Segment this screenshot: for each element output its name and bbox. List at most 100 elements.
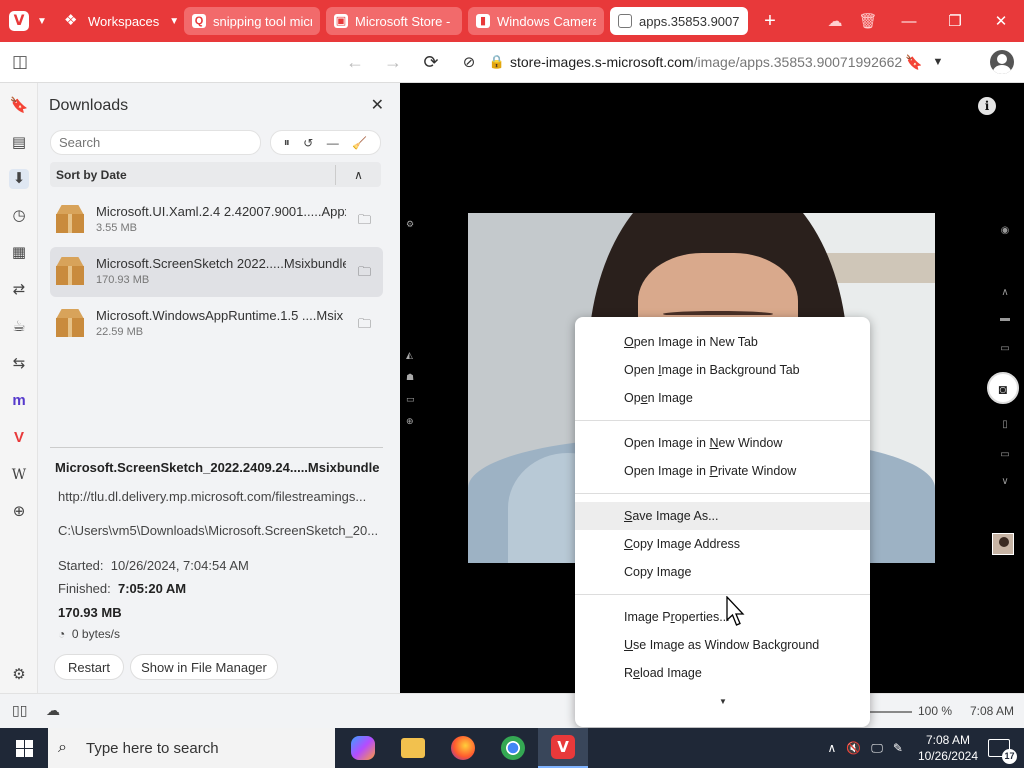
firefox-app[interactable] xyxy=(438,728,488,768)
download-item[interactable]: Microsoft.WindowsAppRuntime.1.5 ....Msix… xyxy=(50,299,383,349)
vivaldi-menu-button[interactable]: V xyxy=(4,0,34,42)
video-icon: ▭ xyxy=(1000,343,1010,354)
status-clock: 7:08 AM xyxy=(970,704,1015,718)
url-domain: store-images.s-microsoft.com xyxy=(510,54,694,70)
menu-image-properties[interactable]: Image Properties... xyxy=(575,603,870,631)
sync-cloud-icon[interactable]: ☁ xyxy=(820,12,850,30)
download-name: Microsoft.UI.Xaml.2.4 2.42007.9001.....A… xyxy=(96,204,346,219)
folder-icon[interactable]: 🗀 xyxy=(358,315,371,337)
zoom-icon: ⊕ xyxy=(406,416,414,426)
started-label: Started: xyxy=(58,558,104,573)
menu-use-image-as-background[interactable]: Use Image as Window Background xyxy=(575,631,870,659)
menu-open-image[interactable]: Open Image xyxy=(575,384,870,412)
start-button[interactable] xyxy=(0,728,48,768)
download-item[interactable]: Microsoft.UI.Xaml.2.4 2.42007.9001.....A… xyxy=(50,195,383,245)
clear-broom-icon[interactable]: 🧹 xyxy=(352,136,367,150)
forward-button[interactable]: → xyxy=(374,52,412,73)
notifications-icon[interactable]: 17 xyxy=(988,739,1017,764)
menu-open-image-new-tab[interactable]: Open Image in New Tab xyxy=(575,328,870,356)
copilot-icon xyxy=(351,736,375,760)
pen-icon[interactable]: ✎ xyxy=(893,741,903,755)
folder-icon[interactable]: 🗀 xyxy=(358,263,371,285)
pause-icon[interactable]: ⏸ xyxy=(284,135,290,150)
menu-copy-image-address[interactable]: Copy Image Address xyxy=(575,530,870,558)
copilot-app[interactable] xyxy=(338,728,388,768)
close-window-button[interactable]: ✕ xyxy=(978,12,1024,30)
tab-image-active[interactable]: apps.35853.9007199 xyxy=(610,7,748,35)
tracker-block-icon[interactable]: ⊘ xyxy=(450,53,488,71)
history-icon[interactable]: ◷ xyxy=(9,206,29,226)
search-favicon-icon: Q xyxy=(192,14,206,28)
detail-url[interactable]: http://tlu.dl.delivery.mp.microsoft.com/… xyxy=(58,489,388,504)
menu-open-image-new-window[interactable]: Open Image in New Window xyxy=(575,429,870,457)
zoom-level[interactable]: 100 % xyxy=(918,704,952,718)
minimize-button[interactable]: — xyxy=(886,13,932,30)
show-in-file-manager-button[interactable]: Show in File Manager xyxy=(130,654,278,680)
panel-toggle-icon[interactable]: ◫ xyxy=(0,52,40,72)
url-field[interactable]: store-images.s-microsoft.com/image/apps.… xyxy=(510,54,902,70)
bookmark-icon[interactable]: 🔖 xyxy=(902,54,926,71)
menu-open-image-private-window[interactable]: Open Image in Private Window xyxy=(575,457,870,485)
zoom-slider[interactable] xyxy=(870,711,912,713)
reload-button[interactable]: ⟳ xyxy=(412,52,450,73)
translate-icon[interactable]: ⇄ xyxy=(9,280,29,300)
calendar-icon[interactable]: ▦ xyxy=(9,243,29,263)
restart-button[interactable]: Restart xyxy=(54,654,124,680)
downloads-icon[interactable]: ⬇ xyxy=(9,169,29,189)
chevron-up-icon[interactable]: ∧ xyxy=(828,741,837,755)
trash-icon[interactable]: 🗑 xyxy=(850,12,886,30)
download-item[interactable]: Microsoft.ScreenSketch 2022.....Msixbund… xyxy=(50,247,383,297)
lock-icon[interactable]: 🔒 xyxy=(488,54,506,70)
file-explorer-app[interactable] xyxy=(388,728,438,768)
menu-save-image-as[interactable]: Save Image As... xyxy=(575,502,870,530)
close-panel-button[interactable]: ✕ xyxy=(371,95,384,115)
menu-more-chevron-icon[interactable]: ▼ xyxy=(719,697,727,706)
back-button[interactable]: ← xyxy=(336,52,374,73)
menu-copy-image[interactable]: Copy Image xyxy=(575,558,870,586)
chevron-down-icon[interactable]: ▼ xyxy=(34,16,50,27)
mastodon-icon[interactable]: m xyxy=(9,391,29,411)
taskbar-clock[interactable]: 7:08 AM 10/26/2024 xyxy=(918,732,978,764)
detail-path[interactable]: C:\Users\vm5\Downloads\Microsoft.ScreenS… xyxy=(58,523,388,538)
vivaldi-app[interactable]: V xyxy=(538,728,588,768)
settings-gear-icon[interactable]: ⚙ xyxy=(9,665,29,685)
chrome-app[interactable] xyxy=(488,728,538,768)
tab-snipping-tool[interactable]: Q snipping tool micros xyxy=(184,7,320,35)
network-icon[interactable]: 🖵 xyxy=(871,741,883,756)
tab-windows-camera[interactable]: ▮ Windows Camera - M xyxy=(468,7,604,35)
sync-icon[interactable]: ⇆ xyxy=(9,354,29,374)
profile-avatar[interactable] xyxy=(990,50,1014,74)
detail-finished: Finished: 7:05:20 AM xyxy=(58,581,388,596)
feeds-icon[interactable]: ☕ xyxy=(9,317,29,337)
vivaldi-icon[interactable]: V xyxy=(9,428,29,448)
sync-cloud-icon[interactable]: ☁ xyxy=(46,702,60,719)
menu-open-image-background-tab[interactable]: Open Image in Background Tab xyxy=(575,356,870,384)
taskbar-search[interactable]: ⌕ Type here to search xyxy=(48,728,335,768)
tab-title: Microsoft Store - Ge xyxy=(355,13,454,29)
bookmarks-icon[interactable]: 🔖 xyxy=(9,96,29,116)
minus-icon[interactable]: — xyxy=(327,136,339,150)
taskbar-date: 10/26/2024 xyxy=(917,749,978,763)
folder-icon[interactable]: 🗀 xyxy=(358,211,371,233)
reading-list-icon[interactable]: ▤ xyxy=(9,133,29,153)
workspaces-button[interactable]: ❖ Workspaces ▼ xyxy=(64,13,184,29)
maximize-button[interactable]: ❐ xyxy=(932,12,978,30)
info-icon[interactable]: i xyxy=(978,97,996,115)
volume-muted-icon[interactable]: 🔇 xyxy=(846,741,861,755)
new-tab-button[interactable]: + xyxy=(756,10,784,33)
history-icon[interactable]: ↺ xyxy=(303,136,313,150)
add-panel-icon[interactable]: ⊕ xyxy=(9,502,29,522)
panorama-icon: ▬ xyxy=(1000,313,1010,324)
divider xyxy=(50,447,383,448)
menu-reload-image[interactable]: Reload Image xyxy=(575,659,870,687)
chevron-down-icon[interactable]: ▼ xyxy=(926,56,950,68)
detail-size: 170.93 MB xyxy=(58,605,122,620)
panel-toggle-icon[interactable]: ▯▯ xyxy=(12,702,27,719)
wikipedia-icon[interactable]: W xyxy=(9,465,29,485)
camera-switch-icon: ◉ xyxy=(1000,225,1010,236)
download-size: 170.93 MB xyxy=(96,274,150,286)
chevron-up-icon[interactable]: ∧ xyxy=(336,168,381,182)
downloads-search-input[interactable] xyxy=(50,130,261,155)
tab-microsoft-store[interactable]: ▣ Microsoft Store - Ge xyxy=(326,7,462,35)
sort-bar[interactable]: Sort by Date ∧ xyxy=(50,162,381,187)
